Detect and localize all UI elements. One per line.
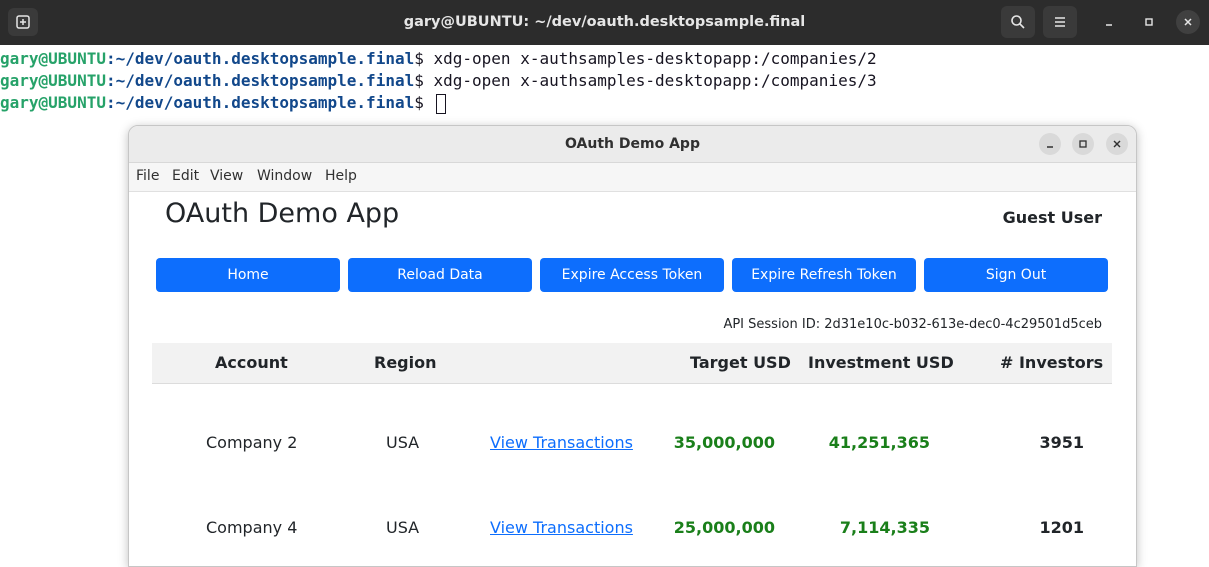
prompt-user: gary@UBUNTU xyxy=(0,93,106,112)
terminal-cursor xyxy=(435,93,446,114)
menu-button[interactable] xyxy=(1043,6,1077,38)
minimize-icon xyxy=(1047,146,1053,148)
table-row: Company 4 USA View Transactions 25,000,0… xyxy=(152,513,1112,543)
cell-investment-usd: 7,114,335 xyxy=(839,518,930,537)
prompt-user: gary@UBUNTU xyxy=(0,71,106,90)
app-titlebar: OAuth Demo App xyxy=(129,126,1136,163)
close-icon xyxy=(1184,18,1192,26)
menu-view[interactable]: View xyxy=(210,168,243,184)
table-header: Account Region Target USD Investment USD… xyxy=(152,343,1112,384)
menu-edit[interactable]: Edit xyxy=(172,168,199,184)
minimize-button[interactable] xyxy=(1097,10,1121,34)
column-investment-usd: Investment USD xyxy=(808,353,954,372)
cell-region: USA xyxy=(386,433,420,452)
expire-refresh-token-button[interactable]: Expire Refresh Token xyxy=(732,258,916,292)
maximize-button[interactable] xyxy=(1137,10,1161,34)
prompt-path: :~/dev/oauth.desktopsample.final xyxy=(105,71,415,90)
search-icon xyxy=(1011,15,1025,29)
terminal-line: gary@UBUNTU:~/dev/oauth.desktopsample.fi… xyxy=(0,92,446,114)
api-session-id: API Session ID: 2d31e10c-b032-613e-dec0-… xyxy=(723,317,1102,332)
view-transactions-link[interactable]: View Transactions xyxy=(490,428,633,458)
cell-investors: 1201 xyxy=(1039,518,1084,537)
prompt-user: gary@UBUNTU xyxy=(0,49,106,68)
minimize-icon xyxy=(1106,24,1112,26)
home-button[interactable]: Home xyxy=(156,258,340,292)
prompt-symbol: $ xyxy=(414,93,424,112)
prompt-symbol: $ xyxy=(414,71,424,90)
command-text: xdg-open x-authsamples-desktopapp:/compa… xyxy=(423,71,877,90)
cell-region: USA xyxy=(386,518,420,537)
app-minimize-button[interactable] xyxy=(1039,133,1061,155)
menu-help[interactable]: Help xyxy=(325,168,357,184)
cell-account: Company 2 xyxy=(206,433,298,452)
maximize-icon xyxy=(1145,18,1153,26)
prompt-path: :~/dev/oauth.desktopsample.final xyxy=(105,49,415,68)
reload-data-button[interactable]: Reload Data xyxy=(348,258,532,292)
terminal-line: gary@UBUNTU:~/dev/oauth.desktopsample.fi… xyxy=(0,70,877,92)
column-region: Region xyxy=(374,353,437,372)
command-text: xdg-open x-authsamples-desktopapp:/compa… xyxy=(423,49,877,68)
terminal-titlebar: gary@UBUNTU: ~/dev/oauth.desktopsample.f… xyxy=(0,0,1209,45)
app-close-button[interactable] xyxy=(1106,133,1128,155)
column-target-usd: Target USD xyxy=(690,353,791,372)
prompt-symbol: $ xyxy=(414,49,424,68)
hamburger-icon xyxy=(1055,17,1065,27)
search-button[interactable] xyxy=(1001,6,1035,38)
expire-access-token-button[interactable]: Expire Access Token xyxy=(540,258,724,292)
cell-investors: 3951 xyxy=(1039,433,1084,452)
cell-target-usd: 35,000,000 xyxy=(673,433,775,452)
close-button[interactable] xyxy=(1176,10,1200,34)
terminal-line: gary@UBUNTU:~/dev/oauth.desktopsample.fi… xyxy=(0,48,877,70)
command-text xyxy=(424,93,434,112)
prompt-path: :~/dev/oauth.desktopsample.final xyxy=(105,93,415,112)
menu-bar: File Edit View Window Help xyxy=(129,163,1136,192)
app-window: OAuth Demo App File Edit View Window Hel… xyxy=(128,125,1137,567)
cell-account: Company 4 xyxy=(206,518,298,537)
page-title: OAuth Demo App xyxy=(165,198,400,229)
close-icon xyxy=(1113,140,1121,148)
app-window-title: OAuth Demo App xyxy=(565,136,700,152)
table-row: Company 2 USA View Transactions 35,000,0… xyxy=(152,428,1112,458)
cell-investment-usd: 41,251,365 xyxy=(828,433,930,452)
app-maximize-button[interactable] xyxy=(1072,133,1094,155)
menu-file[interactable]: File xyxy=(136,168,159,184)
maximize-icon xyxy=(1079,140,1087,148)
menu-window[interactable]: Window xyxy=(257,168,312,184)
view-transactions-link[interactable]: View Transactions xyxy=(490,513,633,543)
column-account: Account xyxy=(215,353,288,372)
cell-target-usd: 25,000,000 xyxy=(673,518,775,537)
user-name: Guest User xyxy=(1002,208,1102,227)
column-investors: # Investors xyxy=(1000,353,1104,372)
sign-out-button[interactable]: Sign Out xyxy=(924,258,1108,292)
